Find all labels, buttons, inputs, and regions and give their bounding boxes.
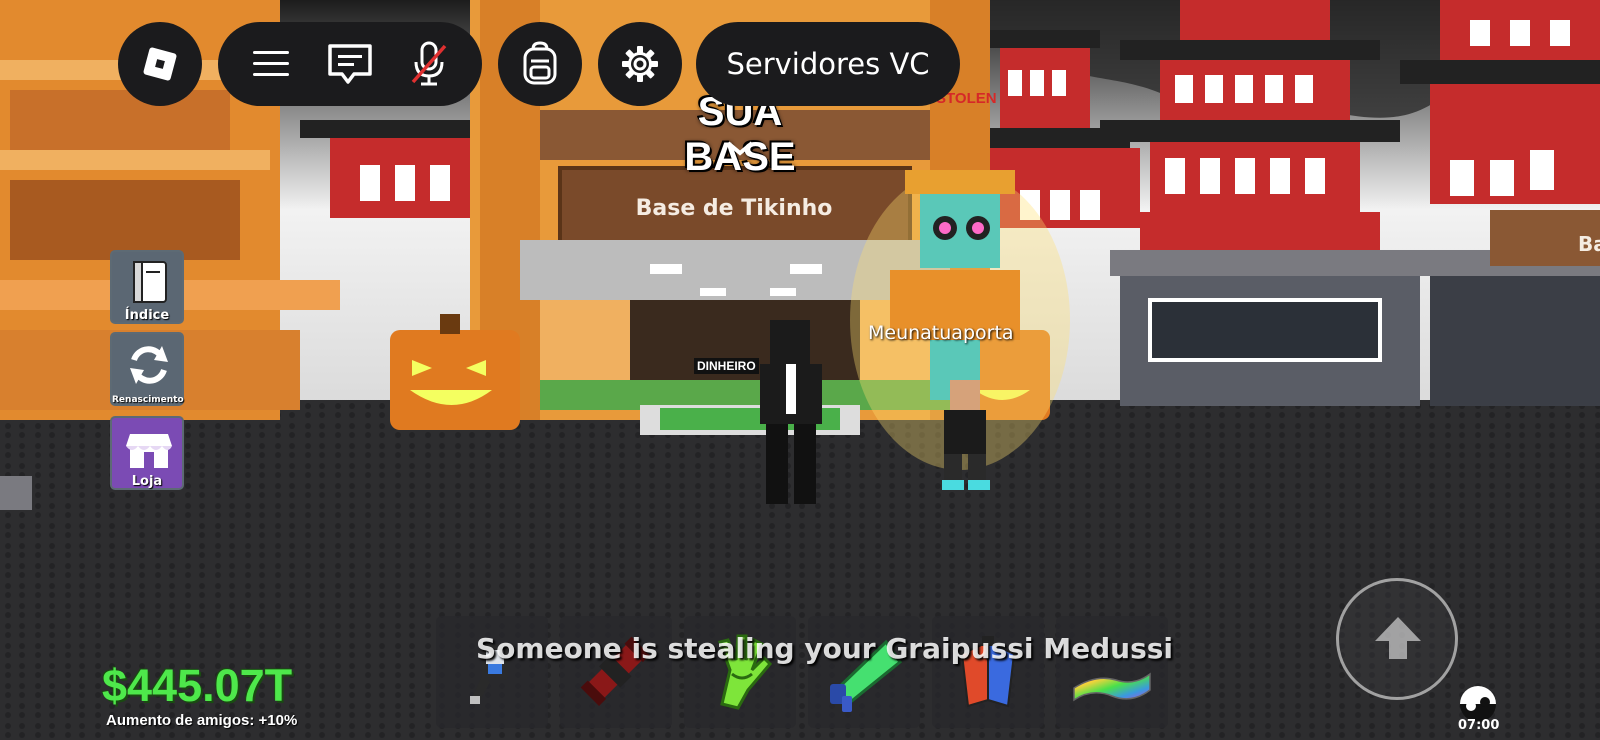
base-owner-sign: Base de Tikinho <box>635 196 833 221</box>
rebirth-label: Renascimento <box>112 395 184 405</box>
hotbar-slot-3[interactable] <box>684 616 796 728</box>
voice-servers-button[interactable]: Servidores VC <box>696 22 960 106</box>
roblox-logo-icon <box>143 47 177 81</box>
rocket-launcher-icon <box>580 636 650 706</box>
hotbar-slot-2[interactable] <box>560 616 672 728</box>
roblox-menu-button[interactable] <box>118 22 202 106</box>
settings-button[interactable] <box>598 22 682 106</box>
shop-label: Loja <box>131 474 163 489</box>
microphone-muted-icon <box>411 41 446 86</box>
backpack-icon <box>523 41 557 85</box>
rebirth-button[interactable]: Renascimento <box>110 332 184 406</box>
backpack-button[interactable] <box>498 22 582 106</box>
hotbar-slot-4[interactable] <box>808 616 920 728</box>
book-icon <box>133 261 167 303</box>
refresh-icon <box>130 346 168 384</box>
hamburger-menu-icon <box>253 51 290 76</box>
game-clock: 07:00 <box>1458 718 1500 733</box>
index-button[interactable]: Índice <box>110 250 184 324</box>
chevron-down-icon <box>726 141 754 156</box>
shop-button[interactable]: Loja <box>110 416 184 490</box>
menu-button[interactable] <box>241 34 301 94</box>
gear-icon <box>622 46 658 82</box>
menu-pill <box>218 22 482 106</box>
slime-glove-icon <box>718 634 773 710</box>
hotbar-slot-6[interactable] <box>1056 616 1168 728</box>
jump-arrow-icon <box>1375 617 1421 659</box>
chat-icon <box>328 44 372 84</box>
floating-money-tag: DINHEIRO <box>694 358 759 374</box>
flying-carpet-icon <box>1073 672 1151 702</box>
friends-boost-label: Aumento de amigos: +10% <box>106 712 298 729</box>
rainbow-cape-icon <box>960 636 1016 708</box>
chat-button[interactable] <box>320 34 380 94</box>
shop-icon <box>126 434 172 468</box>
microphone-button[interactable] <box>399 34 459 94</box>
grapple-hook-icon <box>470 644 508 704</box>
hotbar-slot-5[interactable] <box>932 616 1044 728</box>
hotbar-slot-1[interactable] <box>436 616 548 728</box>
index-label: Índice <box>124 308 170 323</box>
megaphone-icon <box>830 639 903 712</box>
jump-button[interactable] <box>1336 578 1458 700</box>
side-sign: Ba <box>1578 232 1600 256</box>
player-nameplate: Meunatuaporta <box>868 322 1014 344</box>
money-counter: $445.07T <box>102 660 293 711</box>
